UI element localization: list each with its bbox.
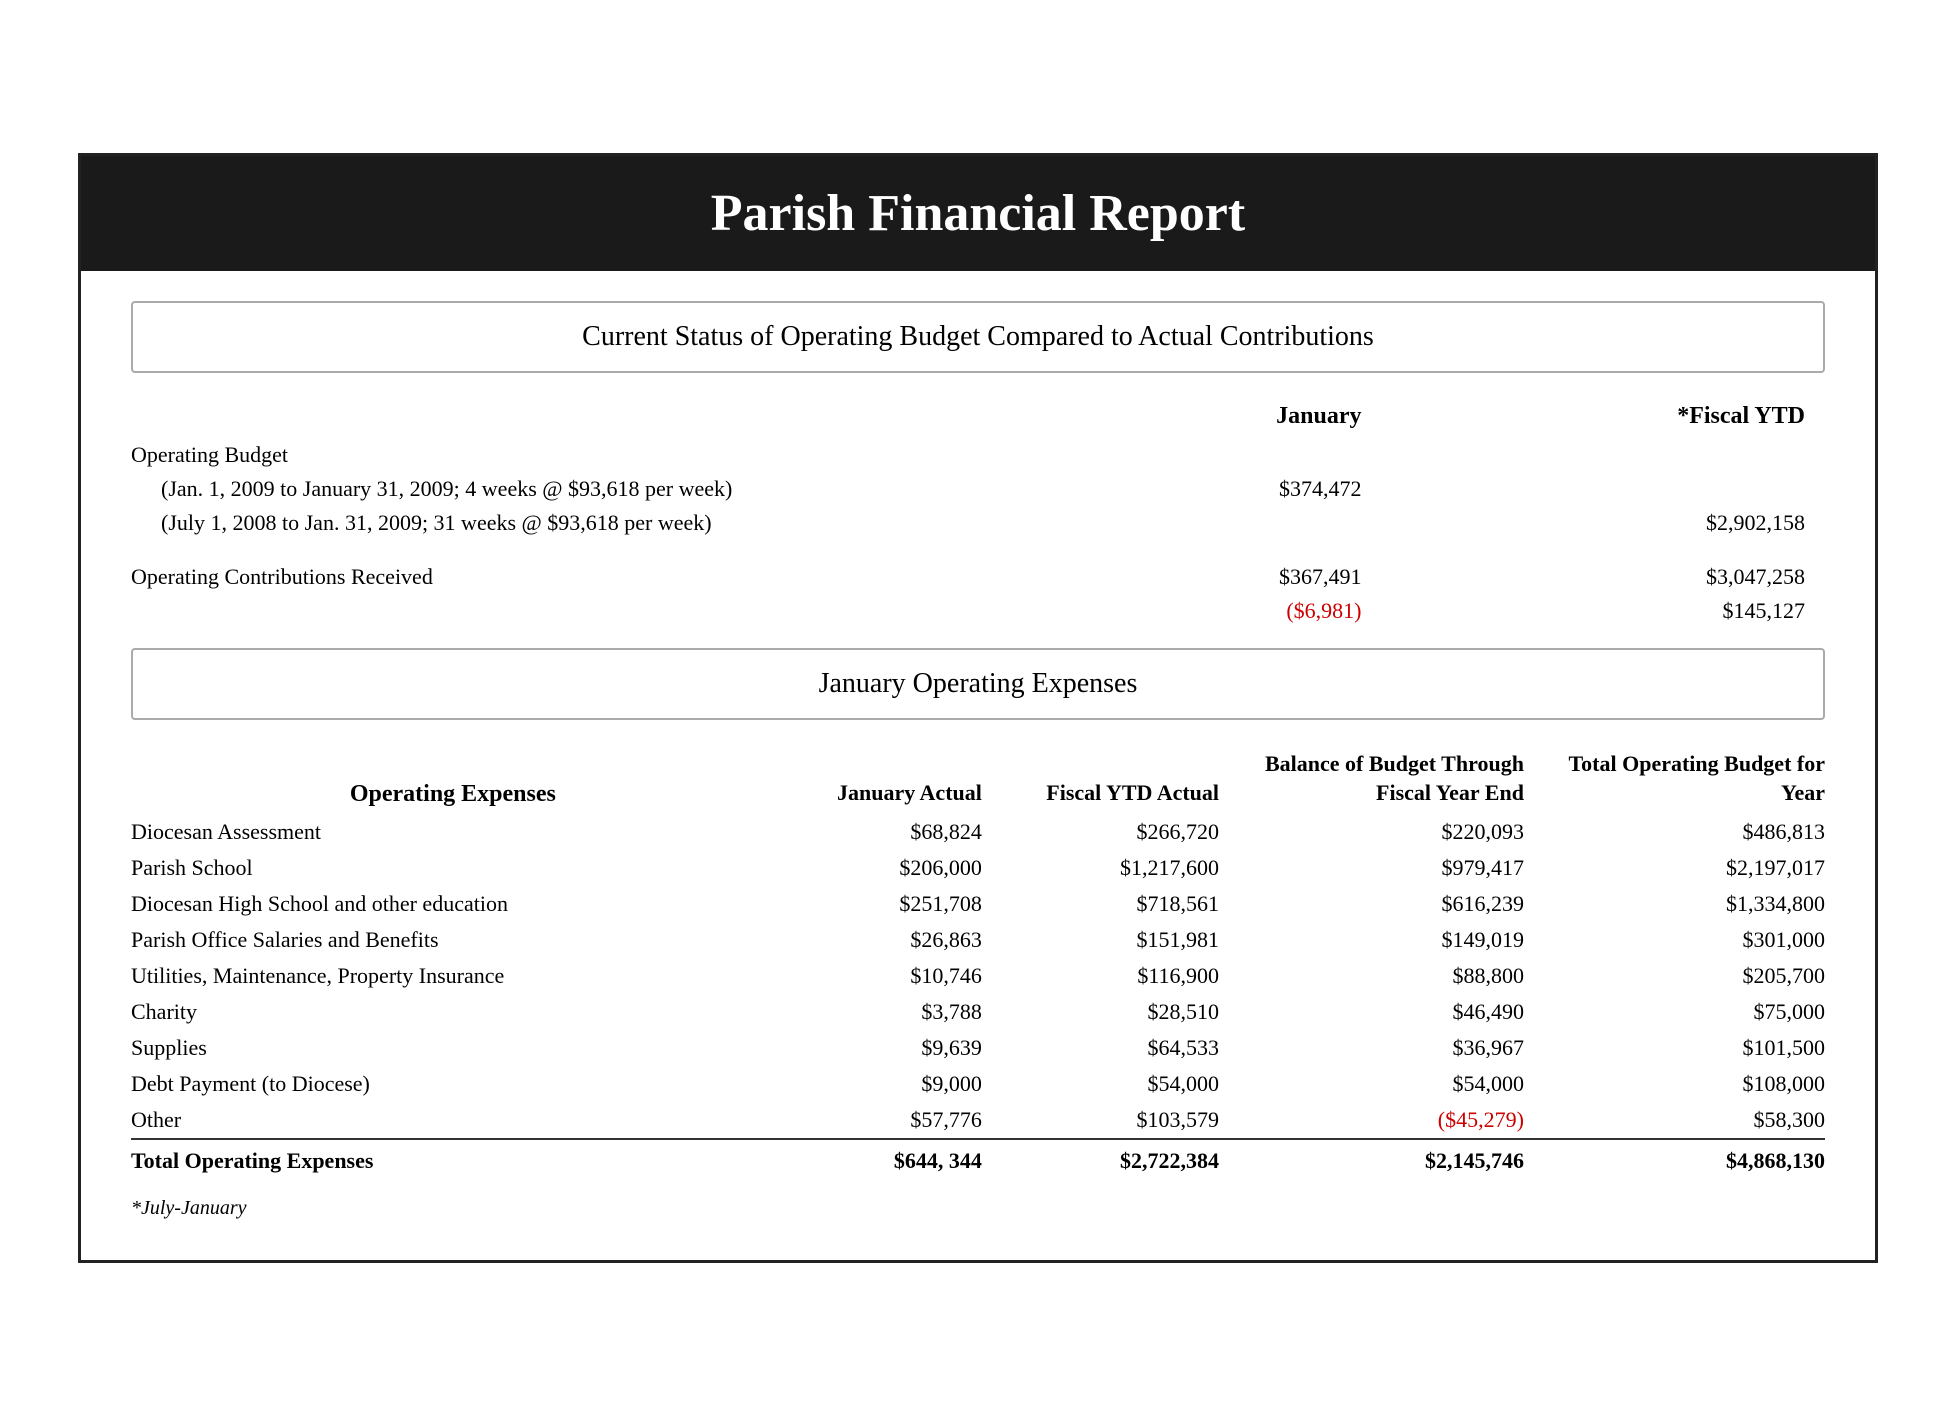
expense-ytd: $28,510 xyxy=(1012,994,1249,1030)
contributions-jan: $367,491 xyxy=(1063,560,1402,594)
expense-jan: $206,000 xyxy=(775,850,1012,886)
expenses-col-balance: Balance of Budget Through Fiscal Year En… xyxy=(1249,750,1554,813)
total-label: Total Operating Expenses xyxy=(131,1139,775,1179)
expense-row: Debt Payment (to Diocese) $9,000 $54,000… xyxy=(131,1066,1825,1102)
expense-row: Parish Office Salaries and Benefits $26,… xyxy=(131,922,1825,958)
expense-name: Parish Office Salaries and Benefits xyxy=(131,922,775,958)
expenses-header-row: Operating Expenses January Actual Fiscal… xyxy=(131,750,1825,813)
expense-total: $101,500 xyxy=(1554,1030,1825,1066)
expense-ytd: $718,561 xyxy=(1012,886,1249,922)
expenses-col-jan: January Actual xyxy=(775,750,1012,813)
expense-total: $1,334,800 xyxy=(1554,886,1825,922)
footnote: *July-January xyxy=(131,1197,1825,1220)
expense-row: Diocesan Assessment $68,824 $266,720 $22… xyxy=(131,814,1825,850)
expense-total: $486,813 xyxy=(1554,814,1825,850)
expense-name: Diocesan High School and other education xyxy=(131,886,775,922)
expenses-col-name: Operating Expenses xyxy=(131,750,775,813)
operating-budget-label: Operating Budget xyxy=(131,438,1063,472)
total-total: $4,868,130 xyxy=(1554,1139,1825,1179)
expense-total: $75,000 xyxy=(1554,994,1825,1030)
expense-row: Supplies $9,639 $64,533 $36,967 $101,500 xyxy=(131,1030,1825,1066)
expense-name: Utilities, Maintenance, Property Insuran… xyxy=(131,958,775,994)
expenses-table: Operating Expenses January Actual Fiscal… xyxy=(131,750,1825,1178)
col-header-ytd: *Fiscal YTD xyxy=(1401,403,1825,438)
diff-ytd: $145,127 xyxy=(1401,594,1825,628)
section2-title: January Operating Expenses xyxy=(163,668,1793,700)
expense-total: $2,197,017 xyxy=(1554,850,1825,886)
expense-name: Diocesan Assessment xyxy=(131,814,775,850)
contributions-row: Operating Contributions Received $367,49… xyxy=(131,560,1825,594)
total-ytd: $2,722,384 xyxy=(1012,1139,1249,1179)
contributions-label: Operating Contributions Received xyxy=(131,560,1063,594)
expense-jan: $251,708 xyxy=(775,886,1012,922)
expense-jan: $9,000 xyxy=(775,1066,1012,1102)
expense-ytd: $1,217,600 xyxy=(1012,850,1249,886)
expense-balance: $88,800 xyxy=(1249,958,1554,994)
operating-budget-table: January *Fiscal YTD Operating Budget (Ja… xyxy=(131,403,1825,628)
expense-balance: $149,019 xyxy=(1249,922,1554,958)
budget-row2: (July 1, 2008 to Jan. 31, 2009; 31 weeks… xyxy=(131,506,1825,540)
expense-name: Other xyxy=(131,1102,775,1139)
budget-row1-label: (Jan. 1, 2009 to January 31, 2009; 4 wee… xyxy=(131,472,1063,506)
expense-balance: $979,417 xyxy=(1249,850,1554,886)
expense-name: Debt Payment (to Diocese) xyxy=(131,1066,775,1102)
budget-label-row: Operating Budget xyxy=(131,438,1825,472)
section2-box: January Operating Expenses xyxy=(131,648,1825,720)
expense-total: $301,000 xyxy=(1554,922,1825,958)
expense-ytd: $103,579 xyxy=(1012,1102,1249,1139)
content-area: Current Status of Operating Budget Compa… xyxy=(81,271,1875,1259)
expense-jan: $57,776 xyxy=(775,1102,1012,1139)
expense-jan: $3,788 xyxy=(775,994,1012,1030)
expenses-total-row: Total Operating Expenses $644, 344 $2,72… xyxy=(131,1139,1825,1179)
expense-balance: $616,239 xyxy=(1249,886,1554,922)
report-container: Parish Financial Report Current Status o… xyxy=(78,153,1878,1262)
spacer-row xyxy=(131,540,1825,560)
budget-row1: (Jan. 1, 2009 to January 31, 2009; 4 wee… xyxy=(131,472,1825,506)
expenses-col-ytd: Fiscal YTD Actual xyxy=(1012,750,1249,813)
expense-row: Charity $3,788 $28,510 $46,490 $75,000 xyxy=(131,994,1825,1030)
section1-title: Current Status of Operating Budget Compa… xyxy=(163,321,1793,353)
expense-balance: $220,093 xyxy=(1249,814,1554,850)
expense-row: Diocesan High School and other education… xyxy=(131,886,1825,922)
expense-jan: $68,824 xyxy=(775,814,1012,850)
budget-row2-label: (July 1, 2008 to Jan. 31, 2009; 31 weeks… xyxy=(131,506,1063,540)
total-balance: $2,145,746 xyxy=(1249,1139,1554,1179)
expense-balance: $54,000 xyxy=(1249,1066,1554,1102)
expense-balance: $46,490 xyxy=(1249,994,1554,1030)
expense-jan: $9,639 xyxy=(775,1030,1012,1066)
budget-row2-ytd: $2,902,158 xyxy=(1401,506,1825,540)
expense-row: Utilities, Maintenance, Property Insuran… xyxy=(131,958,1825,994)
diff-jan: ($6,981) xyxy=(1063,594,1402,628)
expenses-section: Operating Expenses January Actual Fiscal… xyxy=(131,750,1825,1178)
expense-name: Supplies xyxy=(131,1030,775,1066)
expense-ytd: $64,533 xyxy=(1012,1030,1249,1066)
expense-total: $58,300 xyxy=(1554,1102,1825,1139)
col-header-january: January xyxy=(1063,403,1402,438)
expense-ytd: $116,900 xyxy=(1012,958,1249,994)
report-header: Parish Financial Report xyxy=(81,156,1875,271)
contributions-ytd: $3,047,258 xyxy=(1401,560,1825,594)
expense-name: Parish School xyxy=(131,850,775,886)
total-jan: $644, 344 xyxy=(775,1139,1012,1179)
expenses-col-total: Total Operating Budget for Year xyxy=(1554,750,1825,813)
expense-balance: $36,967 xyxy=(1249,1030,1554,1066)
expense-ytd: $54,000 xyxy=(1012,1066,1249,1102)
expense-ytd: $266,720 xyxy=(1012,814,1249,850)
report-title: Parish Financial Report xyxy=(121,184,1835,243)
expense-total: $205,700 xyxy=(1554,958,1825,994)
expense-balance: ($45,279) xyxy=(1249,1102,1554,1139)
expense-jan: $26,863 xyxy=(775,922,1012,958)
budget-row1-jan: $374,472 xyxy=(1063,472,1402,506)
section1-box: Current Status of Operating Budget Compa… xyxy=(131,301,1825,373)
expense-jan: $10,746 xyxy=(775,958,1012,994)
diff-row: ($6,981) $145,127 xyxy=(131,594,1825,628)
expense-ytd: $151,981 xyxy=(1012,922,1249,958)
expense-total: $108,000 xyxy=(1554,1066,1825,1102)
expense-row: Parish School $206,000 $1,217,600 $979,4… xyxy=(131,850,1825,886)
expense-row: Other $57,776 $103,579 ($45,279) $58,300 xyxy=(131,1102,1825,1139)
expense-name: Charity xyxy=(131,994,775,1030)
